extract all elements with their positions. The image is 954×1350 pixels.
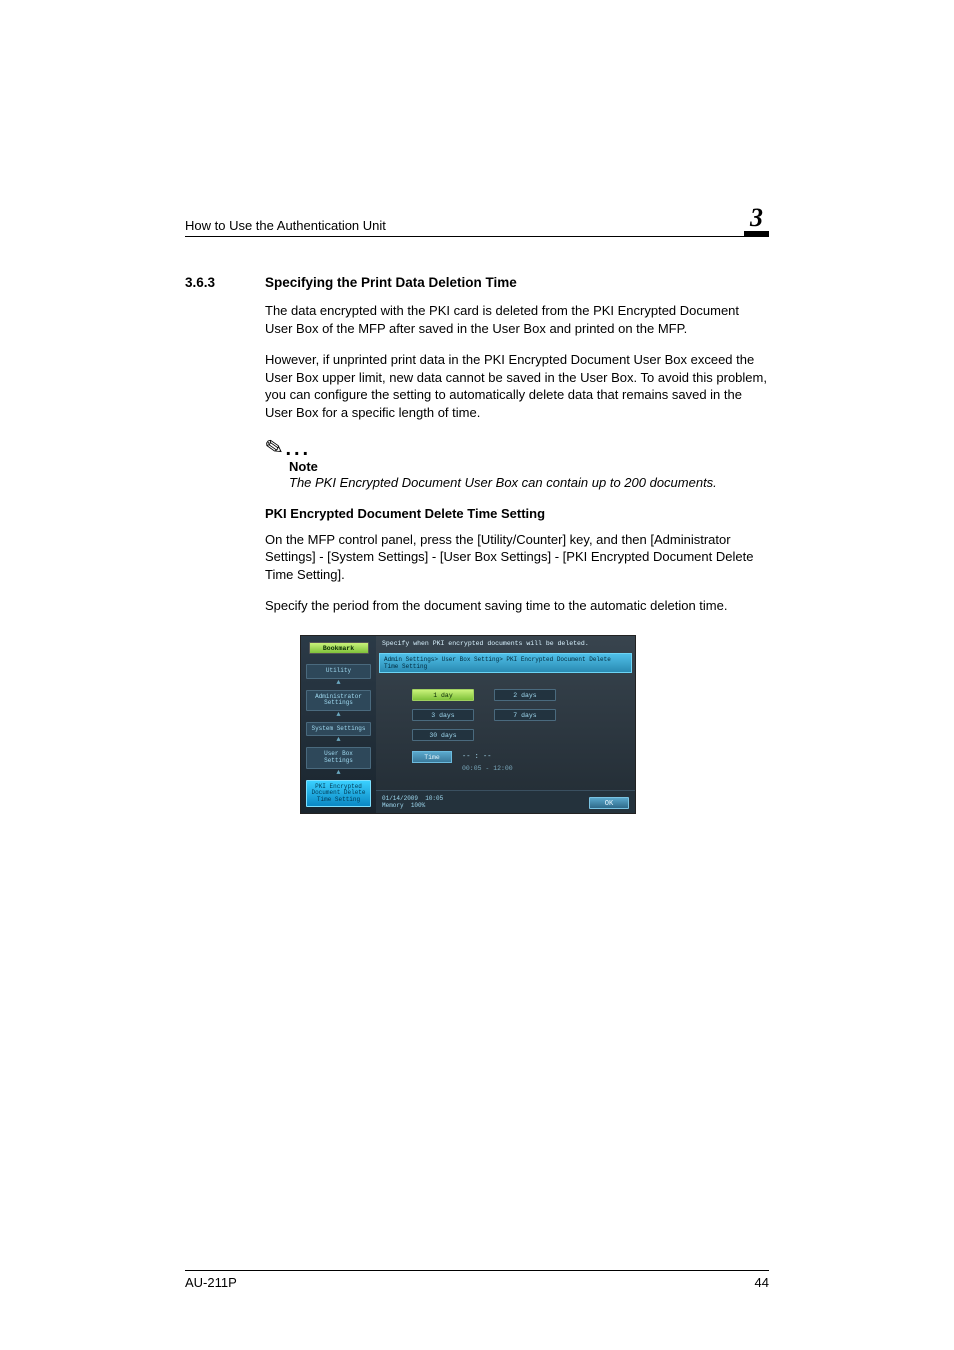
paragraph-3: On the MFP control panel, press the [Uti… bbox=[265, 531, 769, 584]
panel-memory-label: Memory bbox=[382, 802, 404, 809]
paragraph-2: However, if unprinted print data in the … bbox=[265, 351, 769, 421]
section-title: Specifying the Print Data Deletion Time bbox=[265, 275, 517, 290]
pen-icon: ✎ bbox=[263, 434, 286, 463]
option-1-day[interactable]: 1 day bbox=[412, 689, 474, 701]
nav-admin-settings[interactable]: Administrator Settings bbox=[306, 690, 371, 711]
panel-footer: 01/14/2009 10:05 Memory 100% OK bbox=[376, 790, 635, 813]
option-7-days[interactable]: 7 days bbox=[494, 709, 556, 721]
panel-breadcrumb: Admin Settings> User Box Setting> PKI En… bbox=[379, 653, 632, 673]
ok-button[interactable]: OK bbox=[589, 797, 629, 809]
chevron-up-icon: ▲ bbox=[306, 737, 371, 744]
nav-utility[interactable]: Utility bbox=[306, 664, 371, 679]
panel-time: 10:05 bbox=[425, 795, 443, 802]
nav-system-settings[interactable]: System Settings bbox=[306, 722, 371, 737]
panel-memory-value: 100% bbox=[411, 802, 425, 809]
chevron-up-icon: ▲ bbox=[306, 712, 371, 719]
note-dots: ... bbox=[285, 438, 311, 460]
header-title: How to Use the Authentication Unit bbox=[185, 218, 386, 233]
time-row: Time -- : -- bbox=[412, 751, 635, 763]
paragraph-1: The data encrypted with the PKI card is … bbox=[265, 302, 769, 337]
sub-heading: PKI Encrypted Document Delete Time Setti… bbox=[265, 506, 769, 521]
panel-instruction: Specify when PKI encrypted documents wil… bbox=[376, 636, 635, 653]
option-3-days[interactable]: 3 days bbox=[412, 709, 474, 721]
panel-options: 1 day 2 days 3 days 7 days 30 days bbox=[376, 673, 635, 749]
nav-userbox-settings[interactable]: User Box Settings bbox=[306, 747, 371, 768]
panel-date: 01/14/2009 bbox=[382, 795, 418, 802]
note-label: Note bbox=[289, 459, 769, 474]
nav-pki-delete-time[interactable]: PKI Encrypted Document Delete Time Setti… bbox=[306, 780, 371, 808]
option-30-days[interactable]: 30 days bbox=[412, 729, 474, 741]
chevron-up-icon: ▲ bbox=[306, 680, 371, 687]
footer-model: AU-211P bbox=[185, 1275, 237, 1290]
section-number: 3.6.3 bbox=[185, 275, 225, 290]
option-2-days[interactable]: 2 days bbox=[494, 689, 556, 701]
panel-sidebar: Bookmark Utility ▲ Administrator Setting… bbox=[301, 636, 376, 813]
panel-main: Specify when PKI encrypted documents wil… bbox=[376, 636, 635, 813]
option-time[interactable]: Time bbox=[412, 751, 452, 763]
page-footer: AU-211P 44 bbox=[185, 1270, 769, 1290]
time-range: 00:05 - 12:00 bbox=[462, 765, 635, 772]
chevron-up-icon: ▲ bbox=[306, 770, 371, 777]
chapter-number: 3 bbox=[744, 205, 769, 236]
section-heading: 3.6.3 Specifying the Print Data Deletion… bbox=[185, 275, 769, 290]
paragraph-4: Specify the period from the document sav… bbox=[265, 597, 769, 615]
time-value: -- : -- bbox=[462, 753, 491, 761]
note-text: The PKI Encrypted Document User Box can … bbox=[289, 474, 769, 492]
footer-page-number: 44 bbox=[755, 1275, 769, 1290]
note-block: ✎... Note The PKI Encrypted Document Use… bbox=[265, 435, 769, 492]
bookmark-button[interactable]: Bookmark bbox=[309, 642, 369, 654]
page-header: How to Use the Authentication Unit 3 bbox=[185, 205, 769, 237]
mfp-panel-screenshot: Bookmark Utility ▲ Administrator Setting… bbox=[300, 635, 636, 814]
panel-datetime: 01/14/2009 10:05 Memory 100% bbox=[382, 795, 443, 809]
